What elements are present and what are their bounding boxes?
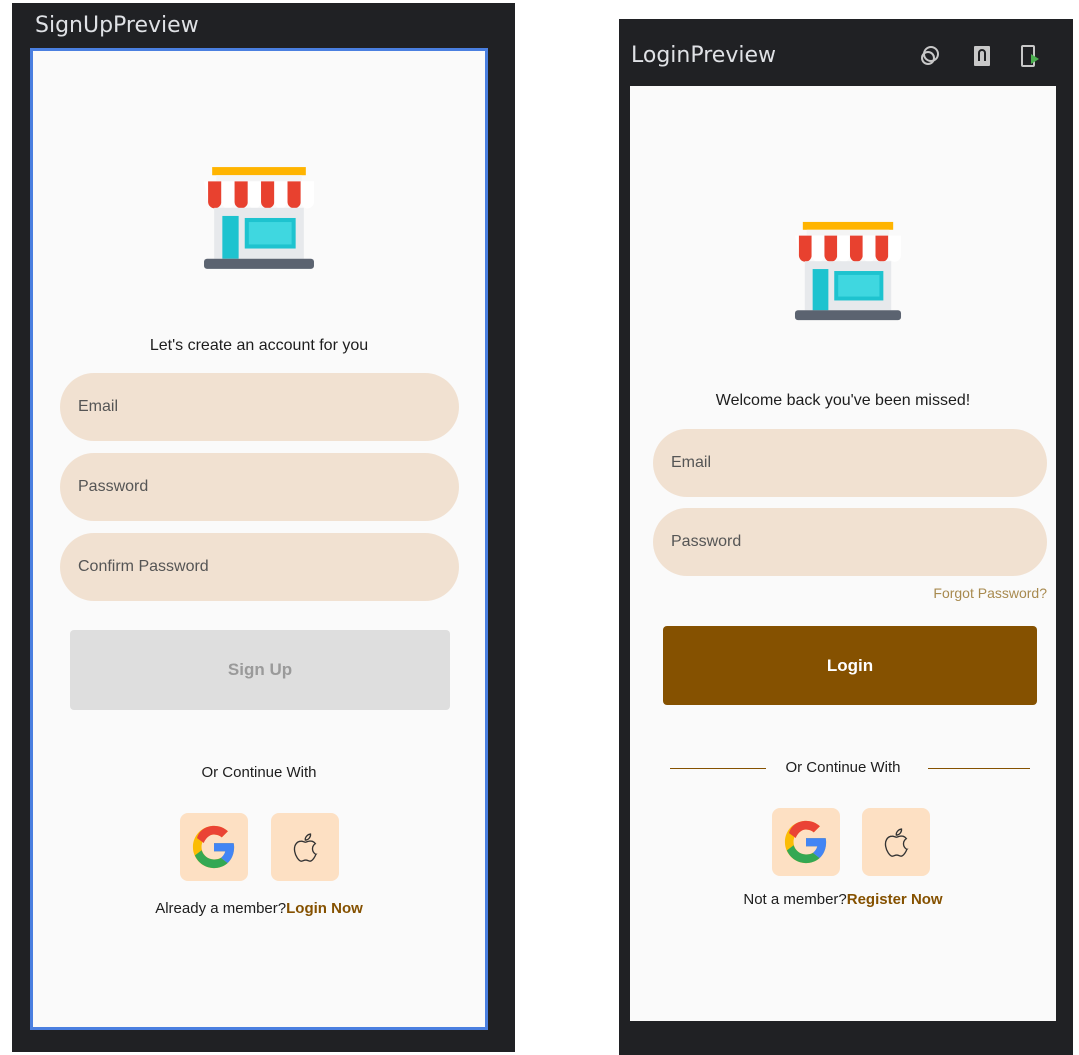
signup-footer: Already a member?Login Now xyxy=(33,900,485,917)
login-button-label: Login xyxy=(826,655,874,675)
signup-button-label: Sign Up xyxy=(227,660,293,679)
password-field[interactable]: Password xyxy=(60,453,459,521)
email-field-placeholder: Email xyxy=(671,454,712,471)
google-signin-button[interactable] xyxy=(772,808,840,876)
google-icon xyxy=(783,819,829,865)
forgot-password-link[interactable]: Forgot Password? xyxy=(933,585,1047,601)
login-footer-text: Not a member? xyxy=(743,891,847,908)
email-field-placeholder: Email xyxy=(78,398,119,415)
login-screen[interactable]: Welcome back you've been missed! Email P… xyxy=(630,86,1056,1021)
password-field-placeholder: Password xyxy=(671,533,742,550)
signup-footer-text: Already a member? xyxy=(155,900,287,917)
google-icon xyxy=(191,824,237,870)
google-signin-button[interactable] xyxy=(180,813,248,881)
register-now-link[interactable]: Register Now xyxy=(847,891,943,908)
store-logo-icon xyxy=(197,163,321,275)
or-continue-with: Or Continue With xyxy=(201,764,317,781)
login-preview-title: LoginPreview xyxy=(631,43,776,68)
apple-signin-button[interactable] xyxy=(862,808,930,876)
signup-button[interactable]: Sign Up xyxy=(70,630,450,710)
login-heading: Welcome back you've been missed! xyxy=(715,392,971,409)
login-now-link[interactable]: Login Now xyxy=(286,900,363,917)
apple-signin-button[interactable] xyxy=(271,813,339,881)
confirm-password-field-placeholder: Confirm Password xyxy=(78,558,209,575)
store-logo-icon xyxy=(788,218,908,326)
password-field-placeholder: Password xyxy=(78,478,149,495)
login-button[interactable]: Login xyxy=(663,626,1037,705)
run-on-device-icon[interactable] xyxy=(1019,45,1041,67)
password-field[interactable]: Password xyxy=(653,508,1047,576)
signup-preview-panel: SignUpPreview Let's create an account fo… xyxy=(12,3,515,1052)
apple-icon xyxy=(285,827,325,867)
signup-heading: Let's create an account for you xyxy=(149,337,369,354)
login-preview-panel: LoginPreview Welcome back you've been mi… xyxy=(619,19,1073,1055)
email-field[interactable]: Email xyxy=(653,429,1047,497)
confirm-password-field[interactable]: Confirm Password xyxy=(60,533,459,601)
signup-screen[interactable]: Let's create an account for you Email Pa… xyxy=(30,48,488,1030)
deploy-preview-icon[interactable] xyxy=(971,45,993,67)
signup-preview-title: SignUpPreview xyxy=(35,13,199,38)
divider-right xyxy=(928,768,1030,769)
email-field[interactable]: Email xyxy=(60,373,459,441)
login-footer: Not a member?Register Now xyxy=(630,891,1056,908)
interactive-mode-icon[interactable] xyxy=(919,45,941,67)
apple-icon xyxy=(876,822,916,862)
